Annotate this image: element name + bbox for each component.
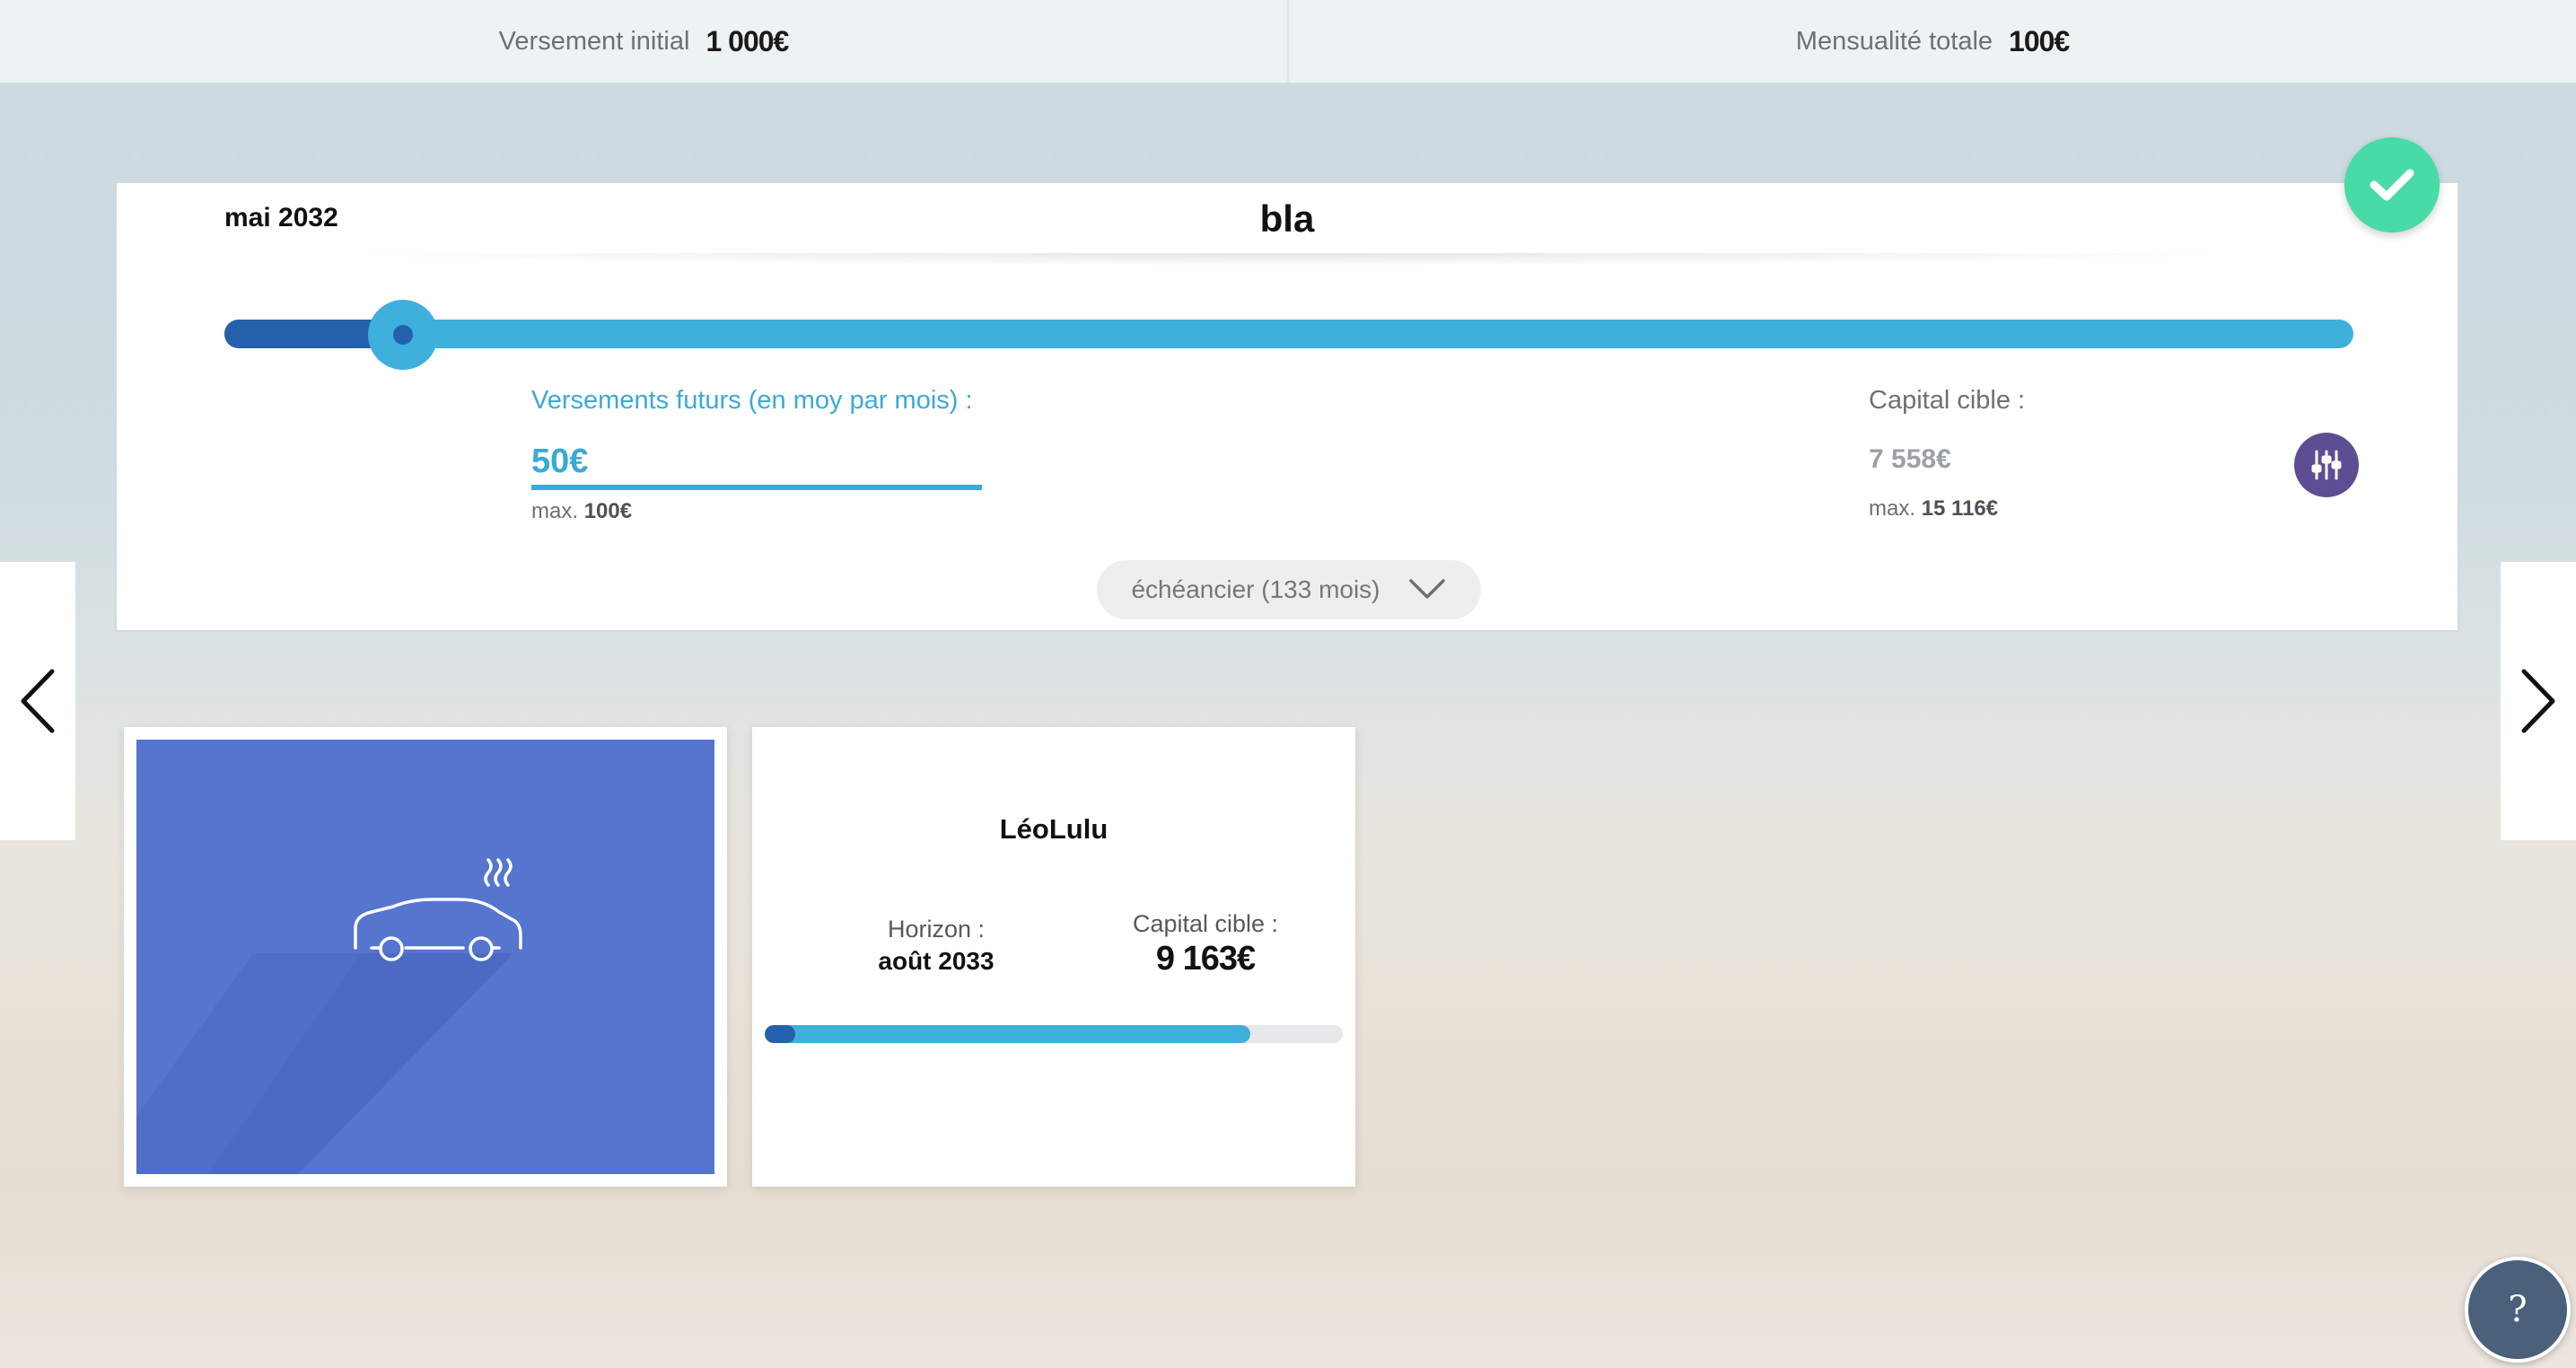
future-payments-max: max. 100€	[531, 499, 998, 524]
goal-image	[136, 740, 714, 1174]
future-payments-input[interactable]: 50€	[531, 443, 982, 490]
chevron-right-icon	[2521, 669, 2555, 733]
goal-slider-handle[interactable]	[368, 300, 438, 370]
header-divider	[296, 253, 2278, 266]
future-payments-max-prefix: max.	[531, 499, 579, 523]
card-target-label: Capital cible :	[1132, 910, 1279, 937]
monthly-total-label: Mensualité totale	[1795, 26, 1993, 56]
sliders-icon	[2311, 450, 2342, 480]
summary-bar: Versement initial 1 000€ Mensualité tota…	[0, 0, 2576, 84]
slider-handle-dot	[393, 325, 413, 345]
initial-payment-summary: Versement initial 1 000€	[0, 0, 1289, 83]
card-target-value: 9 163€	[1155, 940, 1256, 978]
future-payments-section: Versements futurs (en moy par mois) : 50…	[531, 386, 998, 524]
schedule-toggle-button[interactable]: échéancier (133 mois)	[1097, 560, 1481, 619]
goal-slider-track[interactable]	[224, 320, 2353, 348]
target-capital-label: Capital cible :	[1869, 386, 2026, 415]
chevron-left-icon	[21, 669, 55, 733]
goal-complete-badge[interactable]	[2344, 137, 2440, 232]
monthly-total-value: 100€	[2009, 24, 2070, 57]
initial-payment-label: Versement initial	[498, 26, 690, 56]
checkmark-icon	[2370, 169, 2414, 201]
goal-panel: mai 2032 bla Versements futurs (en moy p…	[115, 181, 2459, 632]
help-button[interactable]: ?	[2465, 1257, 2571, 1363]
target-capital-section: Capital cible : 7 558€ max. 15 116€	[1869, 386, 2228, 522]
card-target-section: Capital cible : 9 163€	[1075, 910, 1336, 978]
next-button[interactable]	[2501, 562, 2576, 840]
goal-image-card[interactable]	[124, 727, 727, 1187]
target-capital-max-prefix: max.	[1869, 496, 1916, 521]
monthly-total-summary: Mensualité totale 100€	[1289, 0, 2576, 83]
future-payments-max-value: 100€	[583, 499, 633, 523]
goal-progress-start	[765, 1025, 795, 1043]
goal-panel-header: mai 2032 bla	[117, 183, 2458, 266]
initial-payment-value: 1 000€	[705, 24, 789, 57]
target-capital-value: 7 558€	[1869, 444, 1951, 474]
previous-button[interactable]	[0, 562, 75, 840]
goal-progress-bar	[765, 1025, 1343, 1043]
car-smoke-icon	[136, 858, 522, 1174]
goal-info-card[interactable]: LéoLulu Horizon : août 2033 Capital cibl…	[752, 727, 1355, 1187]
goal-card-name: LéoLulu	[999, 813, 1108, 845]
target-capital-max: max. 15 116€	[1869, 496, 2228, 522]
schedule-label: échéancier (133 mois)	[1131, 575, 1380, 603]
horizon-section: Horizon : août 2033	[806, 916, 1066, 976]
settings-button[interactable]	[2294, 433, 2359, 497]
goal-name: bla	[1259, 197, 1315, 240]
future-payments-label: Versements futurs (en moy par mois) :	[531, 386, 973, 415]
goal-progress-fill	[765, 1025, 1250, 1043]
horizon-value: août 2033	[878, 947, 994, 975]
horizon-label: Horizon :	[887, 916, 986, 943]
target-capital-max-value: 15 116€	[1921, 496, 1999, 521]
chevron-down-icon	[1408, 579, 1445, 599]
